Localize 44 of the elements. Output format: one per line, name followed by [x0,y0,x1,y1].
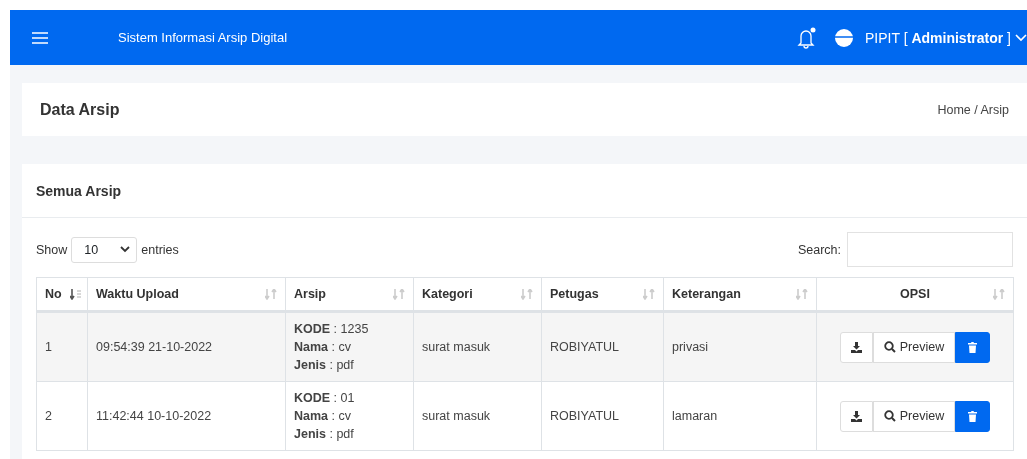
archive-detail: Jenis : pdf [294,426,355,443]
archive-detail: Nama : cv [294,339,352,356]
archive-detail: KODE : 1235 [294,321,370,338]
table-cell: 11:42:44 10-10-2022 [87,381,286,451]
delete-button[interactable] [955,331,991,363]
breadcrumb: Home / Arsip [937,102,1009,117]
download-icon [850,341,862,353]
page-title: Data Arsip [40,100,120,119]
search-icon [883,410,896,422]
entries-label: entries [141,242,179,257]
sort-icon[interactable] [69,289,82,301]
table-cell: lamaran [663,381,817,451]
search-icon [883,341,896,353]
menu-icon[interactable] [32,31,48,44]
download-button[interactable] [839,331,873,363]
trash-icon [968,341,978,353]
table-cell: privasi [663,311,817,382]
table-cell: 1 [36,311,88,382]
search-field[interactable] [847,232,1013,267]
chevron-down-icon[interactable] [1015,33,1027,42]
entries-select[interactable]: 10 [71,236,138,263]
user-menu[interactable]: PIPIT [ Administrator ] [865,29,1011,46]
avatar-icon[interactable] [835,28,853,47]
table-cell: ROBIYATUL [541,311,664,382]
show-label: Show [36,242,68,257]
download-button[interactable] [839,400,873,432]
table-cell: 2 [36,381,88,451]
trash-icon [968,410,978,422]
delete-button[interactable] [955,400,991,432]
table-cell: surat masuk [413,311,542,382]
app-title: Sistem Informasi Arsip Digital [118,30,289,45]
search-label: Search: [797,242,841,257]
table-cell: 09:54:39 21-10-2022 [87,311,286,382]
archive-detail: Nama : cv [294,408,352,425]
archive-detail: KODE : 01 [294,390,356,407]
archive-detail: Jenis : pdf [294,357,355,374]
download-icon [850,410,862,422]
preview-button[interactable]: Preview [872,400,956,432]
preview-button[interactable]: Preview [872,331,956,363]
bell-icon[interactable] [797,26,817,49]
table-cell: ROBIYATUL [541,381,664,451]
table-cell: surat masuk [413,381,542,451]
chevron-down-icon [120,246,131,253]
card-title: Semua Arsip [36,182,122,199]
